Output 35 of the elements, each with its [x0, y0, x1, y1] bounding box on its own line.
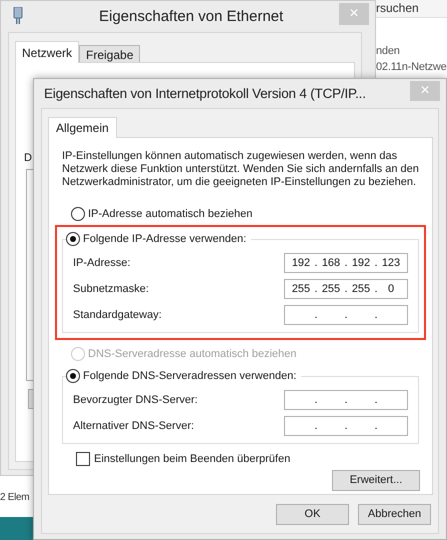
advanced-button[interactable]: Erweitert...: [332, 470, 420, 490]
radio-button[interactable]: [71, 207, 85, 221]
item-count: 2 Elem: [0, 491, 30, 505]
field-label: Subnetzmaske:: [73, 282, 149, 297]
dialog-button[interactable]: Abbrechen: [358, 504, 431, 525]
tab[interactable]: Allgemein: [48, 117, 117, 138]
search-text: rsuchen: [376, 1, 419, 15]
radio-label: DNS-Serveradresse automatisch beziehen: [88, 347, 296, 361]
network-info-text: 02.11n-Netzwe: [376, 60, 447, 75]
window-title: Eigenschaften von Internetprotokoll Version 4 (TCP/IP...: [44, 85, 366, 103]
description-text: IP-Einstellungen können automatisch zugewiesen werden, wenn das Netzwerk diese Funktion unterstützt. Wenden Sie sich andernfalls an den Netzwerkadministrator, um die geeigneten IP-Einstellungen zu beziehen.: [62, 150, 420, 189]
ip-address-field[interactable]: . . .: [284, 305, 408, 325]
section-label: D: [24, 151, 32, 165]
search-field[interactable]: rsuchen: [376, 0, 447, 18]
field-label: Bevorzugter DNS-Server:: [73, 392, 198, 408]
ip-address-field[interactable]: 192 . 168 . 192 . 123: [284, 253, 408, 273]
checkbox-label: Einstellungen beim Beenden überprüfen: [94, 452, 290, 467]
ip-address-field[interactable]: 255 . 255 . 255 . 0: [284, 279, 408, 299]
radio-label: IP-Adresse automatisch beziehen: [88, 207, 252, 221]
field-label: IP-Adresse:: [73, 256, 130, 271]
network-info-text: nden: [376, 44, 400, 59]
dialog-button[interactable]: OK: [276, 504, 349, 525]
radio-button[interactable]: [66, 369, 80, 383]
network-adapter-icon: [13, 7, 23, 25]
field-label: Alternativer DNS-Server:: [73, 418, 194, 434]
checkbox[interactable]: [76, 452, 90, 466]
tab[interactable]: Netzwerk: [15, 41, 80, 63]
radio-label: Folgende DNS-Serveradressen verwenden:: [83, 369, 296, 383]
field-label: Standardgateway:: [73, 308, 162, 323]
ip-address-field[interactable]: . . .: [284, 416, 408, 436]
radio-button[interactable]: [66, 232, 80, 246]
ip-address-field[interactable]: . . .: [284, 390, 408, 410]
tab[interactable]: Freigabe: [79, 45, 140, 63]
radio-label: Folgende IP-Adresse verwenden:: [83, 232, 246, 246]
window-title: Eigenschaften von Ethernet: [99, 7, 284, 27]
